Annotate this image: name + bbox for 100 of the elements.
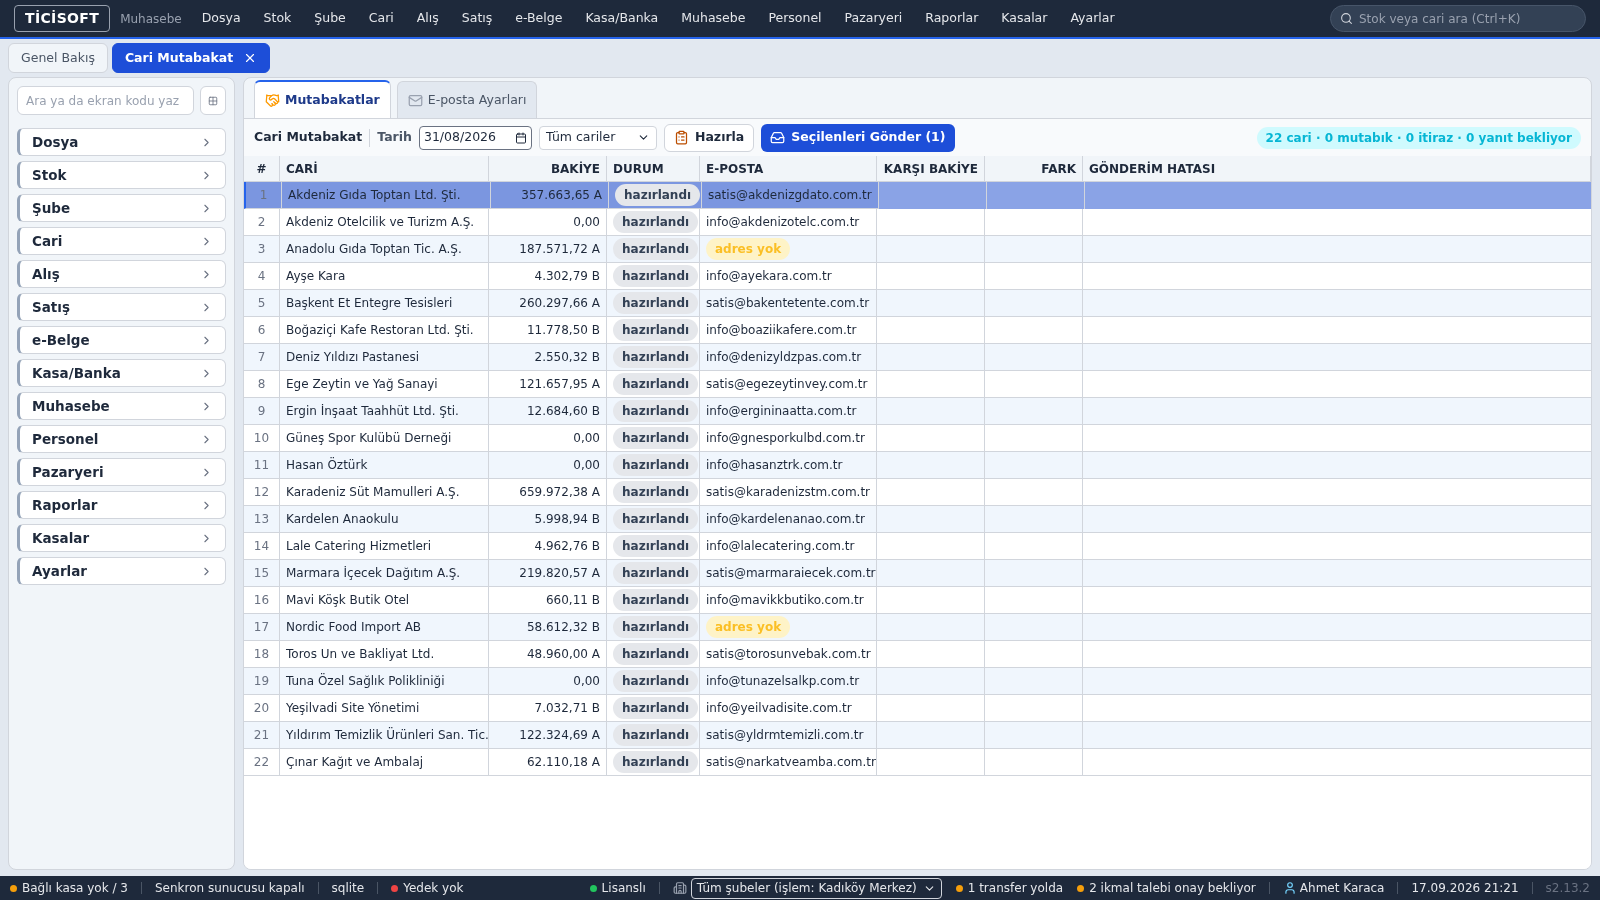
menu-item[interactable]: Şube [314, 9, 346, 28]
table-row[interactable]: 3 Anadolu Gıda Toptan Tic. A.Ş. 187.571,72 A hazırlandı adres yok [244, 236, 1591, 263]
table-row[interactable]: 5 Başkent Et Entegre Tesisleri 260.297,66 A hazırlandı satis@bakentetente.com.tr [244, 290, 1591, 317]
table-row[interactable]: 15 Marmara İçecek Dağıtım A.Ş. 219.820,57 A hazırlandı satis@marmaraiecek.com.tr [244, 560, 1591, 587]
status-badge: hazırlandı [613, 400, 699, 422]
table-row[interactable]: 20 Yeşilvadi Site Yönetimi 7.032,71 B hazırlandı info@yeilvadisite.com.tr [244, 695, 1591, 722]
sidebar-item[interactable]: Stok [17, 161, 226, 189]
page-tab[interactable]: Cari Mutabakat [111, 43, 271, 73]
table-cell: Kardelen Anaokulu [280, 505, 489, 533]
table-cell: 0,00 [489, 451, 607, 479]
menu-item[interactable]: Personel [768, 9, 822, 28]
sidebar-item[interactable]: Şube [17, 194, 226, 222]
column-header: KARŞI BAKİYE [877, 156, 985, 181]
table-cell: 7.032,71 B [489, 694, 607, 722]
table-cell-text: satis@bakentetente.com.tr [706, 295, 870, 312]
table-cell: 3 [244, 235, 280, 263]
sidebar-search-field[interactable]: Ara ya da ekran kodu yaz [17, 86, 194, 115]
table-cell: 21 [244, 721, 280, 749]
table-row[interactable]: 8 Ege Zeytin ve Yağ Sanayi 121.657,95 A hazırlandı satis@egezeytinvey.com.tr [244, 371, 1591, 398]
table-cell: 7 [244, 343, 280, 371]
table-row[interactable]: 6 Boğaziçi Kafe Restoran Ltd. Şti. 11.778,50 B hazırlandı info@boaziikafere.com.tr [244, 317, 1591, 344]
menu-item[interactable]: Kasa/Banka [585, 9, 659, 28]
sidebar-item[interactable]: Dosya [17, 128, 226, 156]
menu-item[interactable]: Alış [416, 9, 439, 28]
branch-select[interactable]: Tüm şubeler (işlem: Kadıköy Merkez) [690, 877, 942, 899]
table-cell: Hasan Öztürk [280, 451, 489, 479]
sidebar-item[interactable]: Ayarlar [17, 557, 226, 585]
column-header: CARİ [280, 156, 489, 181]
menu-item[interactable]: Ayarlar [1070, 9, 1115, 28]
menu-item[interactable]: Dosya [201, 9, 241, 28]
status-text: Senkron sunucusu kapalı [154, 880, 305, 897]
sidebar-item[interactable]: Satış [17, 293, 226, 321]
table-row[interactable]: 21 Yıldırım Temizlik Ürünleri San. Tic. 122.324,69 A hazırlandı satis@yldrmtemizli.com.tr [244, 722, 1591, 749]
page-tab[interactable]: Genel Bakış [8, 43, 108, 73]
table-cell: Yıldırım Temizlik Ürünleri San. Tic. [280, 721, 489, 749]
table-cell: 15 [244, 559, 280, 587]
table-row[interactable]: 13 Kardelen Anaokulu 5.998,94 B hazırlandı info@kardelenanao.com.tr [244, 506, 1591, 533]
table-row[interactable]: 22 Çınar Kağıt ve Ambalaj 62.110,18 A hazırlandı satis@narkatveamba.com.tr [244, 749, 1591, 776]
menu-item[interactable]: Pazaryeri [844, 9, 903, 28]
table-cell-text: satis@marmaraiecek.com.tr [706, 565, 876, 582]
status-badge: hazırlandı [613, 373, 699, 395]
tab[interactable]: Mutabakatlar [254, 80, 391, 118]
sidebar-item[interactable]: Personel [17, 425, 226, 453]
menu-item[interactable]: e-Belge [515, 9, 563, 28]
sidebar-item[interactable]: Raporlar [17, 491, 226, 519]
grid-icon [207, 95, 218, 106]
table-cell: 2.550,32 B [489, 343, 607, 371]
module-name: Muhasebe [120, 10, 182, 28]
column-header: DURUM [607, 156, 700, 181]
table-cell: 4 [244, 262, 280, 290]
status-badge: hazırlandı [613, 346, 699, 368]
table-cell-text: info@lalecatering.com.tr [706, 538, 855, 555]
sidebar-item[interactable]: Kasa/Banka [17, 359, 226, 387]
handshake-icon [265, 92, 280, 108]
table-row[interactable]: 12 Karadeniz Süt Mamulleri A.Ş. 659.972,38 A hazırlandı satis@karadenizstm.com.tr [244, 479, 1591, 506]
table-row[interactable]: 10 Güneş Spor Kulübü Derneği 0,00 hazırlandı info@gnesporkulbd.com.tr [244, 425, 1591, 452]
table-row[interactable]: 1 Akdeniz Gıda Toptan Ltd. Şti. 357.663,65 A hazırlandı satis@akdenizgdato.com.tr [244, 182, 1591, 209]
table-row[interactable]: 19 Tuna Özel Sağlık Polikliniği 0,00 hazırlandı info@tunazelsalkp.com.tr [244, 668, 1591, 695]
sidebar-item[interactable]: e-Belge [17, 326, 226, 354]
table-cell: Başkent Et Entegre Tesisleri [280, 289, 489, 317]
tab[interactable]: E-posta Ayarları [396, 81, 538, 118]
sidebar-item[interactable]: Pazaryeri [17, 458, 226, 486]
table-cell-text: satis@egezeytinvey.com.tr [706, 376, 868, 393]
sidebar-item[interactable]: Muhasebe [17, 392, 226, 420]
table-cell: Yeşilvadi Site Yönetimi [280, 694, 489, 722]
grid-button[interactable] [199, 86, 226, 115]
prepare-button[interactable]: Hazırla [663, 123, 755, 152]
status-text: Yedek yok [403, 880, 464, 897]
table-row[interactable]: 14 Lale Catering Hizmetleri 4.962,76 B hazırlandı info@lalecatering.com.tr [244, 533, 1591, 560]
table-row[interactable]: 16 Mavi Köşk Butik Otel 660,11 B hazırlandı info@mavikkbutiko.com.tr [244, 587, 1591, 614]
menu-item[interactable]: Raporlar [925, 9, 979, 28]
table-cell: Güneş Spor Kulübü Derneği [280, 424, 489, 452]
table-row[interactable]: 2 Akdeniz Otelcilik ve Turizm A.Ş. 0,00 hazırlandı info@akdenizotelc.com.tr [244, 209, 1591, 236]
sidebar-item[interactable]: Cari [17, 227, 226, 255]
sidebar-item[interactable]: Alış [17, 260, 226, 288]
table-row[interactable]: 9 Ergin İnşaat Taahhüt Ltd. Şti. 12.684,60 B hazırlandı info@ergininaatta.com.tr [244, 398, 1591, 425]
table-row[interactable]: 11 Hasan Öztürk 0,00 hazırlandı info@hasanztrk.com.tr [244, 452, 1591, 479]
table-row[interactable]: 17 Nordic Food Import AB 58.612,32 B hazırlandı adres yok [244, 614, 1591, 641]
send-button[interactable]: Seçilenleri Gönder (1) [761, 123, 955, 152]
table-cell: 22 [244, 748, 280, 776]
table-cell: Tuna Özel Sağlık Polikliniği [280, 667, 489, 695]
status-badge: hazırlandı [613, 292, 699, 314]
table-row[interactable]: 18 Toros Un ve Bakliyat Ltd. 48.960,00 A hazırlandı satis@torosunvebak.com.tr [244, 641, 1591, 668]
sidebar-item[interactable]: Kasalar [17, 524, 226, 552]
table-cell: Akdeniz Otelcilik ve Turizm A.Ş. [280, 208, 489, 236]
menu-item[interactable]: Cari [368, 9, 394, 28]
table-cell-text: info@mavikkbutiko.com.tr [706, 592, 864, 609]
table-cell: Lale Catering Hizmetleri [280, 532, 489, 560]
date-field[interactable]: 31/08/2026 [418, 125, 532, 150]
inbox-icon [770, 130, 786, 145]
table-row[interactable]: 4 Ayşe Kara 4.302,79 B hazırlandı info@ayekara.com.tr [244, 263, 1591, 290]
global-search-field[interactable]: Stok veya cari ara (Ctrl+K) [1330, 5, 1586, 32]
table-cell-text: info@kardelenanao.com.tr [706, 511, 865, 528]
cari-filter-select[interactable]: Tüm cariler [538, 125, 657, 150]
table-row[interactable]: 7 Deniz Yıldızı Pastanesi 2.550,32 B hazırlandı info@denizyldzpas.com.tr [244, 344, 1591, 371]
menu-item[interactable]: Satış [461, 9, 493, 28]
menu-item[interactable]: Stok [263, 9, 292, 28]
menu-item[interactable]: Kasalar [1001, 9, 1048, 28]
table-cell: 121.657,95 A [489, 370, 607, 398]
menu-item[interactable]: Muhasebe [681, 9, 746, 28]
